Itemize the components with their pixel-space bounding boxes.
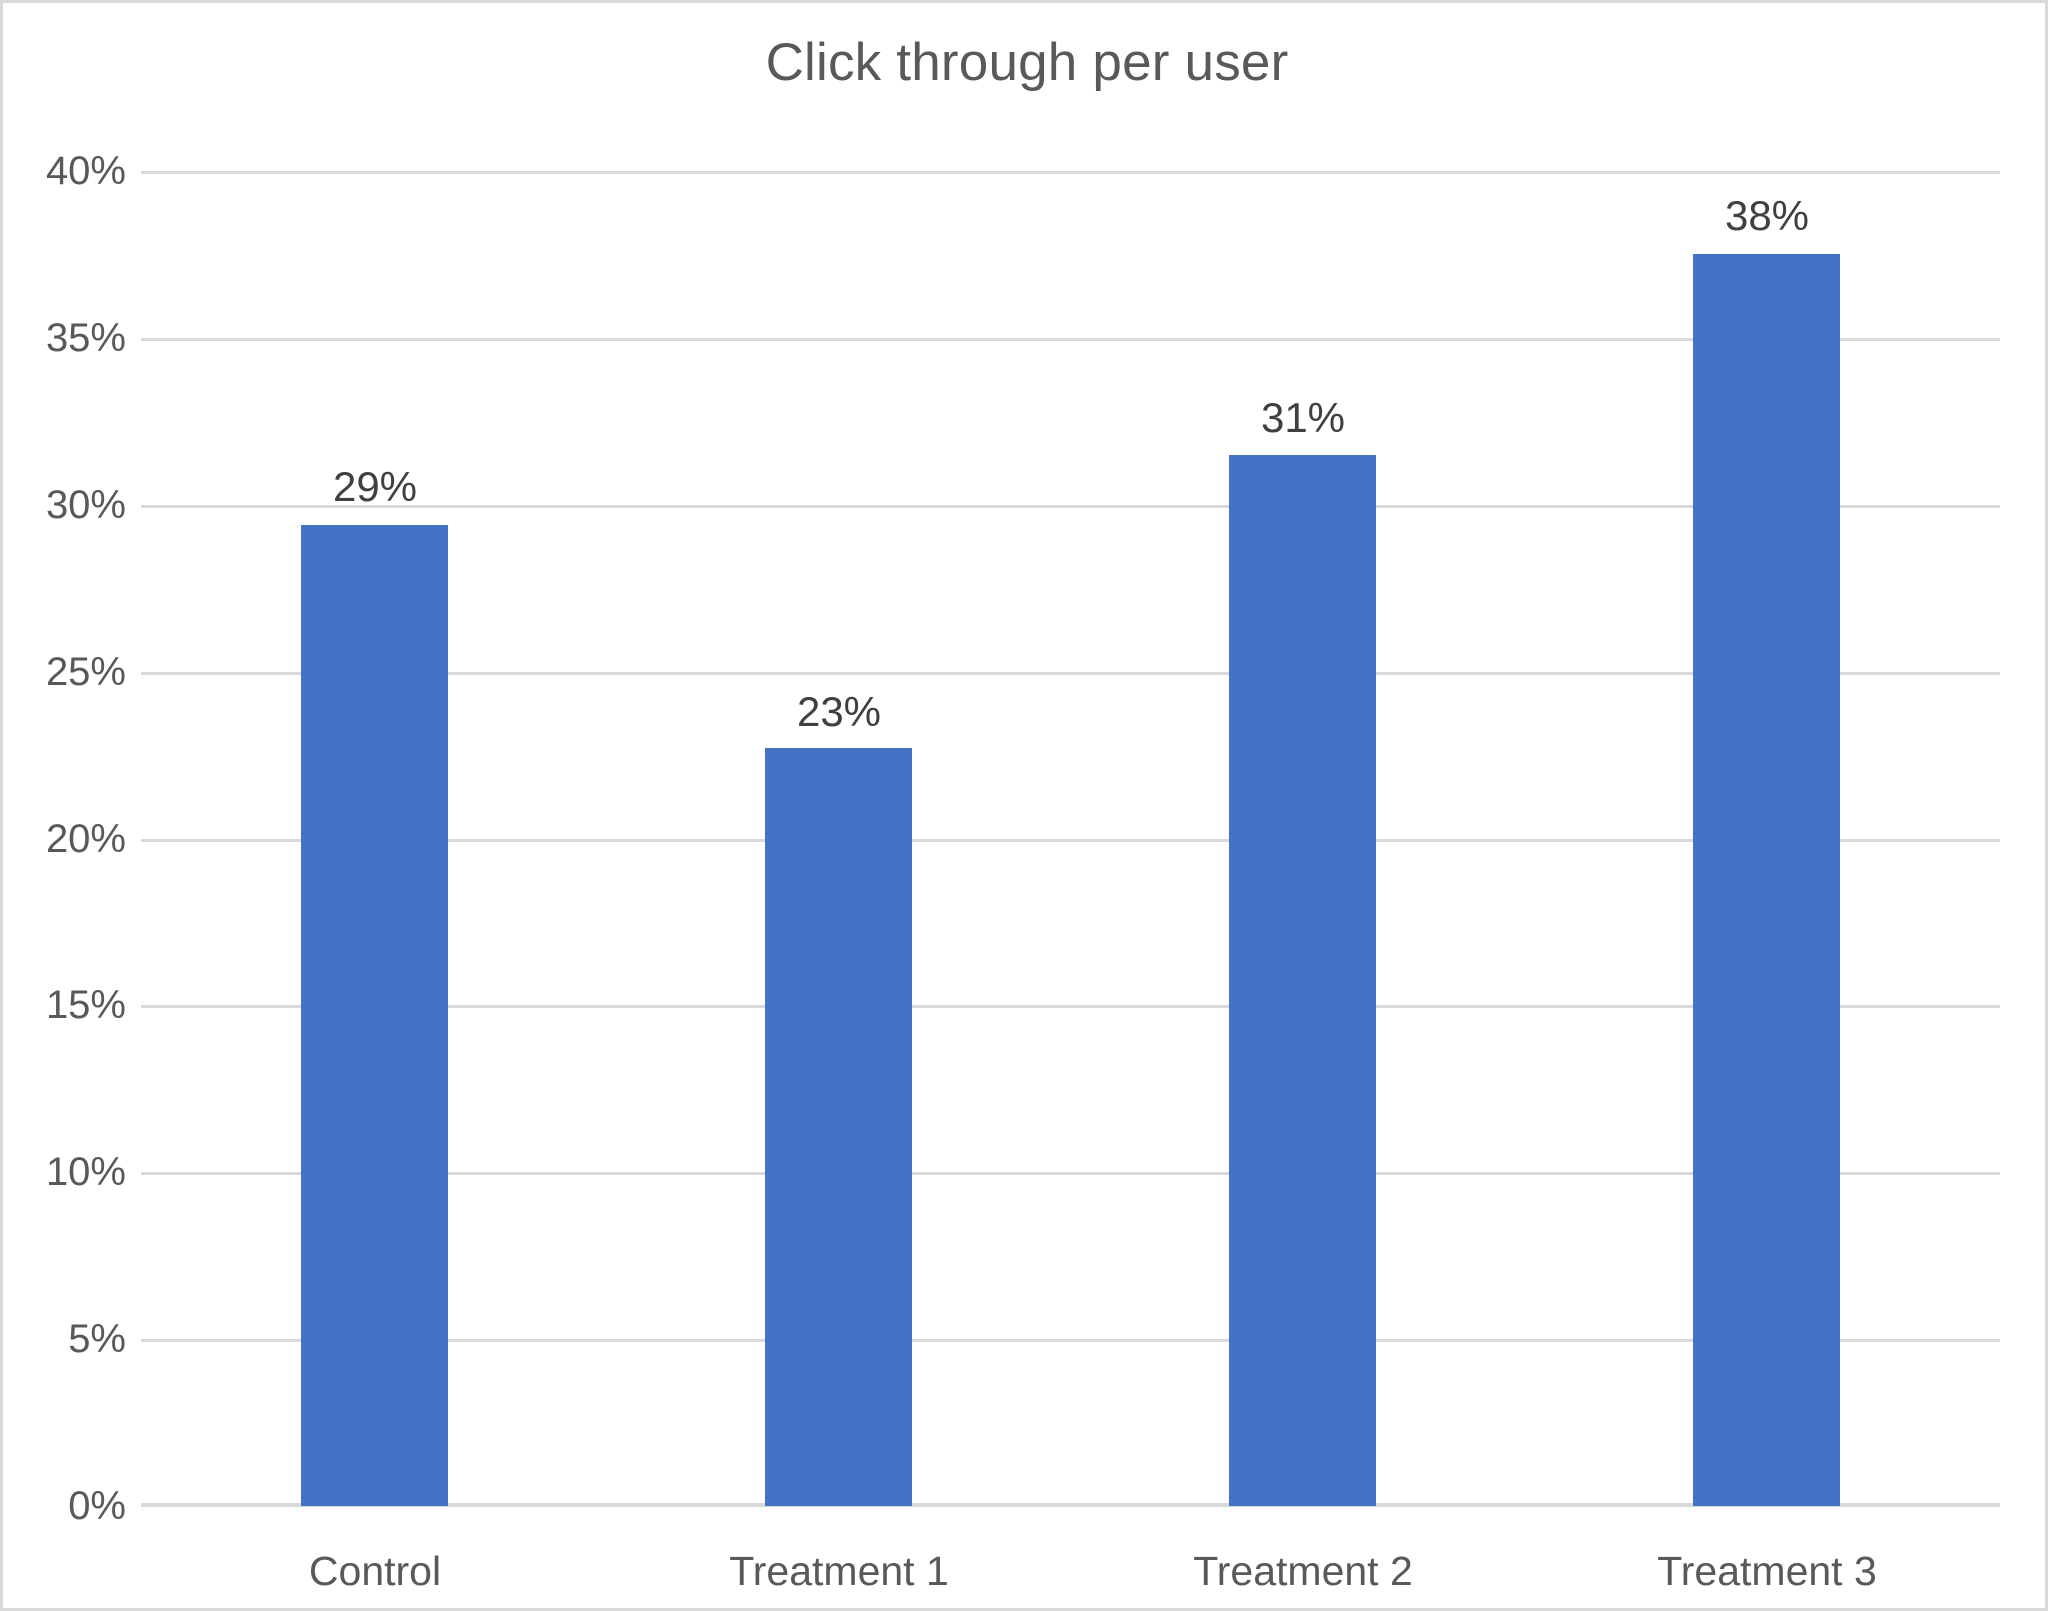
data-label-control: 29%: [332, 463, 418, 510]
chart-container: Click through per user 40% 35% 30% 25% 2…: [0, 0, 2048, 1611]
data-label-treatment-3: 38%: [1724, 192, 1810, 239]
y-axis-tick-label-30: 30%: [45, 483, 126, 527]
chart-title: Click through per user: [765, 33, 1289, 92]
y-axis-tick-label-35: 35%: [45, 316, 126, 360]
plot-area: [141, 171, 2000, 1507]
bar-treatment-1[interactable]: [765, 748, 912, 1506]
y-axis-tick-label-25: 25%: [45, 650, 126, 694]
y-axis-tick-label-0: 0%: [68, 1484, 126, 1528]
bar-control[interactable]: [301, 524, 448, 1506]
bar-treatment-3[interactable]: [1693, 254, 1840, 1506]
x-axis-tick-label-treatment-2: Treatment 2: [1193, 1548, 1413, 1594]
x-axis-tick-label-treatment-3: Treatment 3: [1657, 1548, 1877, 1594]
data-label-treatment-1: 23%: [796, 688, 882, 735]
gridline-40: [141, 171, 2000, 174]
y-axis-tick-label-20: 20%: [45, 817, 126, 861]
y-axis-tick-label-5: 5%: [68, 1317, 126, 1361]
y-axis-tick-label-40: 40%: [45, 149, 126, 193]
data-label-treatment-2: 31%: [1260, 394, 1346, 441]
bar-treatment-2[interactable]: [1229, 454, 1376, 1506]
x-axis-tick-label-treatment-1: Treatment 1: [729, 1548, 949, 1594]
y-axis-tick-label-15: 15%: [45, 983, 126, 1027]
x-axis-tick-label-control: Control: [308, 1548, 442, 1594]
y-axis-tick-label-10: 10%: [45, 1150, 126, 1194]
